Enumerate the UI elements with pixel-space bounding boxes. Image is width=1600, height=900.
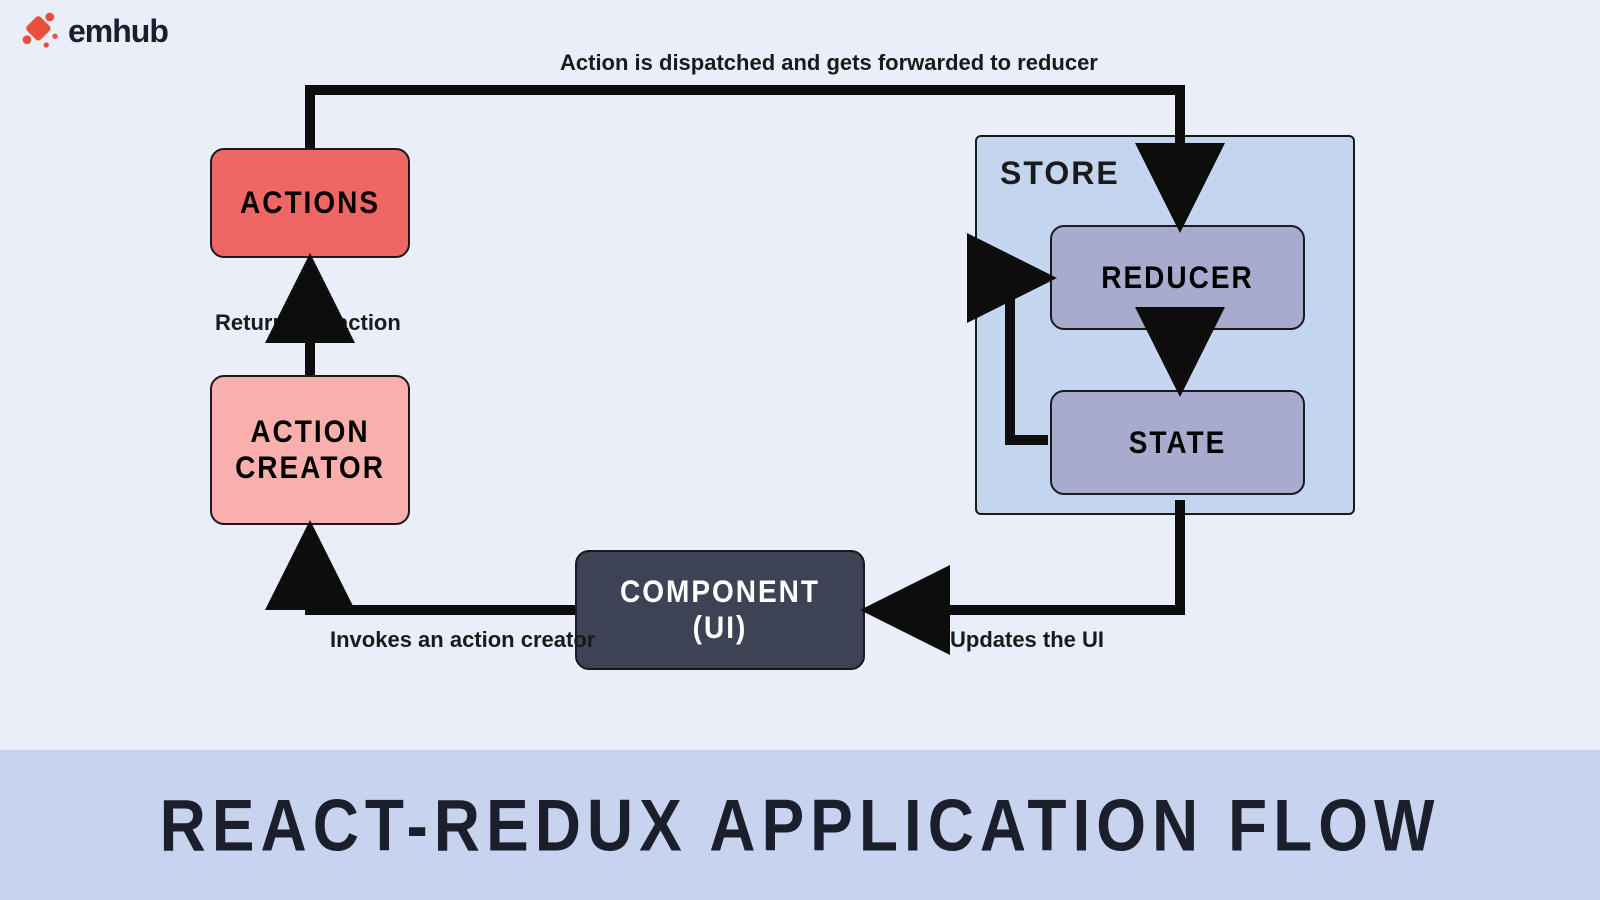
edge-invokes-creator-label: Invokes an action creator bbox=[330, 627, 595, 653]
store-label: STORE bbox=[1000, 155, 1120, 192]
title-band: REACT-REDUX APPLICATION FLOW bbox=[0, 750, 1600, 900]
state-node-label: STATE bbox=[1129, 425, 1227, 461]
arrow-component-to-creator bbox=[310, 535, 575, 610]
actions-node: ACTIONS bbox=[210, 148, 410, 258]
component-node-label: COMPONENT (UI) bbox=[620, 574, 820, 646]
diagram-title: REACT-REDUX APPLICATION FLOW bbox=[160, 782, 1441, 867]
action-creator-node: ACTION CREATOR bbox=[210, 375, 410, 525]
arrow-state-to-component bbox=[875, 500, 1180, 610]
edge-returns-action-label: Returns an action bbox=[215, 310, 401, 336]
edge-updates-ui-label: Updates the UI bbox=[950, 627, 1104, 653]
actions-node-label: ACTIONS bbox=[240, 185, 380, 221]
reducer-node-label: REDUCER bbox=[1101, 260, 1253, 296]
action-creator-node-label: ACTION CREATOR bbox=[235, 414, 385, 486]
state-node: STATE bbox=[1050, 390, 1305, 495]
component-node: COMPONENT (UI) bbox=[575, 550, 865, 670]
edge-dispatch-label: Action is dispatched and gets forwarded … bbox=[560, 50, 1098, 76]
reducer-node: REDUCER bbox=[1050, 225, 1305, 330]
